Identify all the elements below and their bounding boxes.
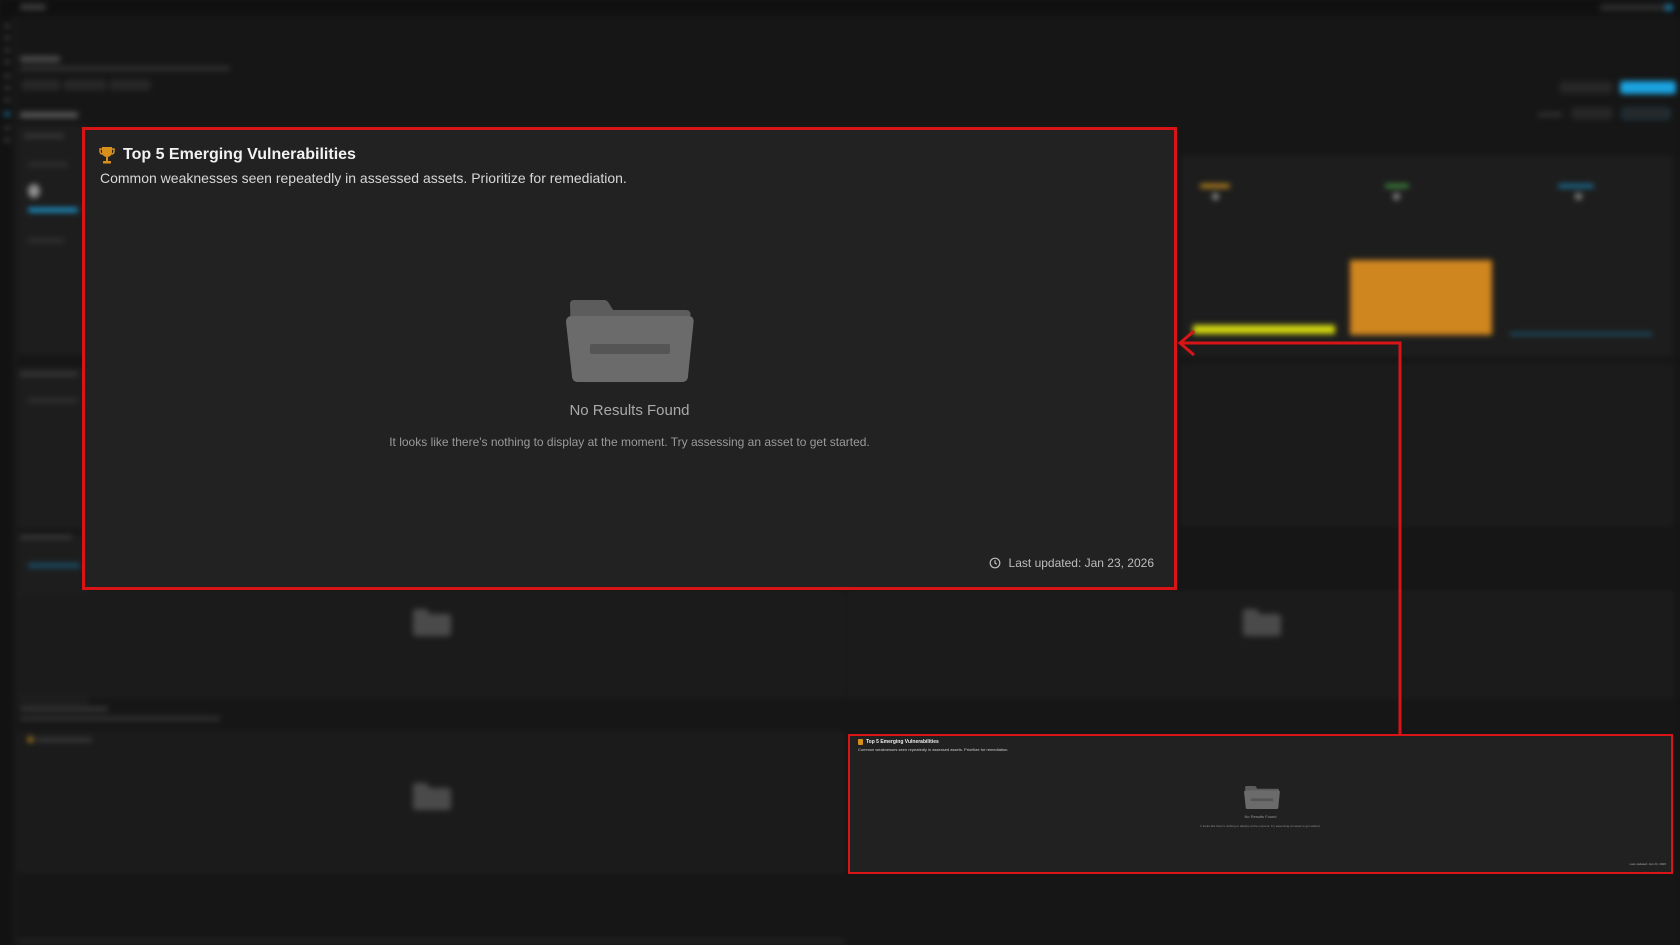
app-logo xyxy=(20,4,46,10)
top-bar-accent-icon[interactable] xyxy=(1665,4,1673,11)
small-folder-icon xyxy=(1244,786,1280,809)
small-card-header: Top 5 Emerging Vulnerabilities xyxy=(858,739,939,745)
date-select[interactable] xyxy=(1572,108,1612,119)
top-bar xyxy=(0,0,1680,16)
export-button[interactable] xyxy=(1622,108,1670,119)
small-card-title: Top 5 Emerging Vulnerabilities xyxy=(866,739,939,745)
empty-state: No Results Found It looks like there's n… xyxy=(85,300,1174,449)
bg-card-mid-left xyxy=(18,592,844,697)
clock-icon xyxy=(989,557,1000,569)
filter-chip[interactable] xyxy=(110,80,150,90)
zoomed-vulnerabilities-card: Top 5 Emerging Vulnerabilities Common we… xyxy=(82,127,1177,590)
last-updated: Last updated: Jan 23, 2026 xyxy=(989,556,1154,570)
bg-bar-blue xyxy=(1510,333,1652,335)
icon-rail xyxy=(0,16,15,945)
primary-button[interactable] xyxy=(1620,81,1676,94)
small-empty-message: It looks like there's nothing to display… xyxy=(1200,824,1321,828)
small-empty-title: No Results Found xyxy=(1244,814,1277,819)
bg-bar-orange xyxy=(1350,260,1492,335)
filter-chip[interactable] xyxy=(22,80,60,90)
card-header: Top 5 Emerging Vulnerabilities xyxy=(99,146,356,164)
empty-state-message: It looks like there's nothing to display… xyxy=(389,435,870,449)
secondary-button[interactable] xyxy=(1560,82,1612,93)
trophy-icon xyxy=(99,147,115,164)
filter-chip[interactable] xyxy=(64,80,106,90)
small-card-subtitle: Common weaknesses seen repeatedly in ass… xyxy=(858,747,1009,752)
bg-card-mid-right xyxy=(848,592,1673,697)
last-updated-text: Last updated: Jan 23, 2026 xyxy=(1008,556,1154,570)
folder-icon xyxy=(565,300,694,382)
small-trophy-icon xyxy=(858,739,863,745)
bg-bar-yellow xyxy=(1193,325,1335,334)
bg-card-right-mid xyxy=(1182,365,1672,525)
card-subtitle: Common weaknesses seen repeatedly in ass… xyxy=(100,170,627,186)
empty-state-title: No Results Found xyxy=(569,402,690,419)
small-last-updated: Last updated: Jan 23, 2026 xyxy=(1629,862,1666,866)
bg-card-left-2 xyxy=(18,368,88,528)
top-bar-actions[interactable] xyxy=(1600,4,1670,11)
card-title: Top 5 Emerging Vulnerabilities xyxy=(123,146,356,163)
original-vulnerabilities-card[interactable]: Top 5 Emerging Vulnerabilities Common we… xyxy=(848,734,1673,874)
